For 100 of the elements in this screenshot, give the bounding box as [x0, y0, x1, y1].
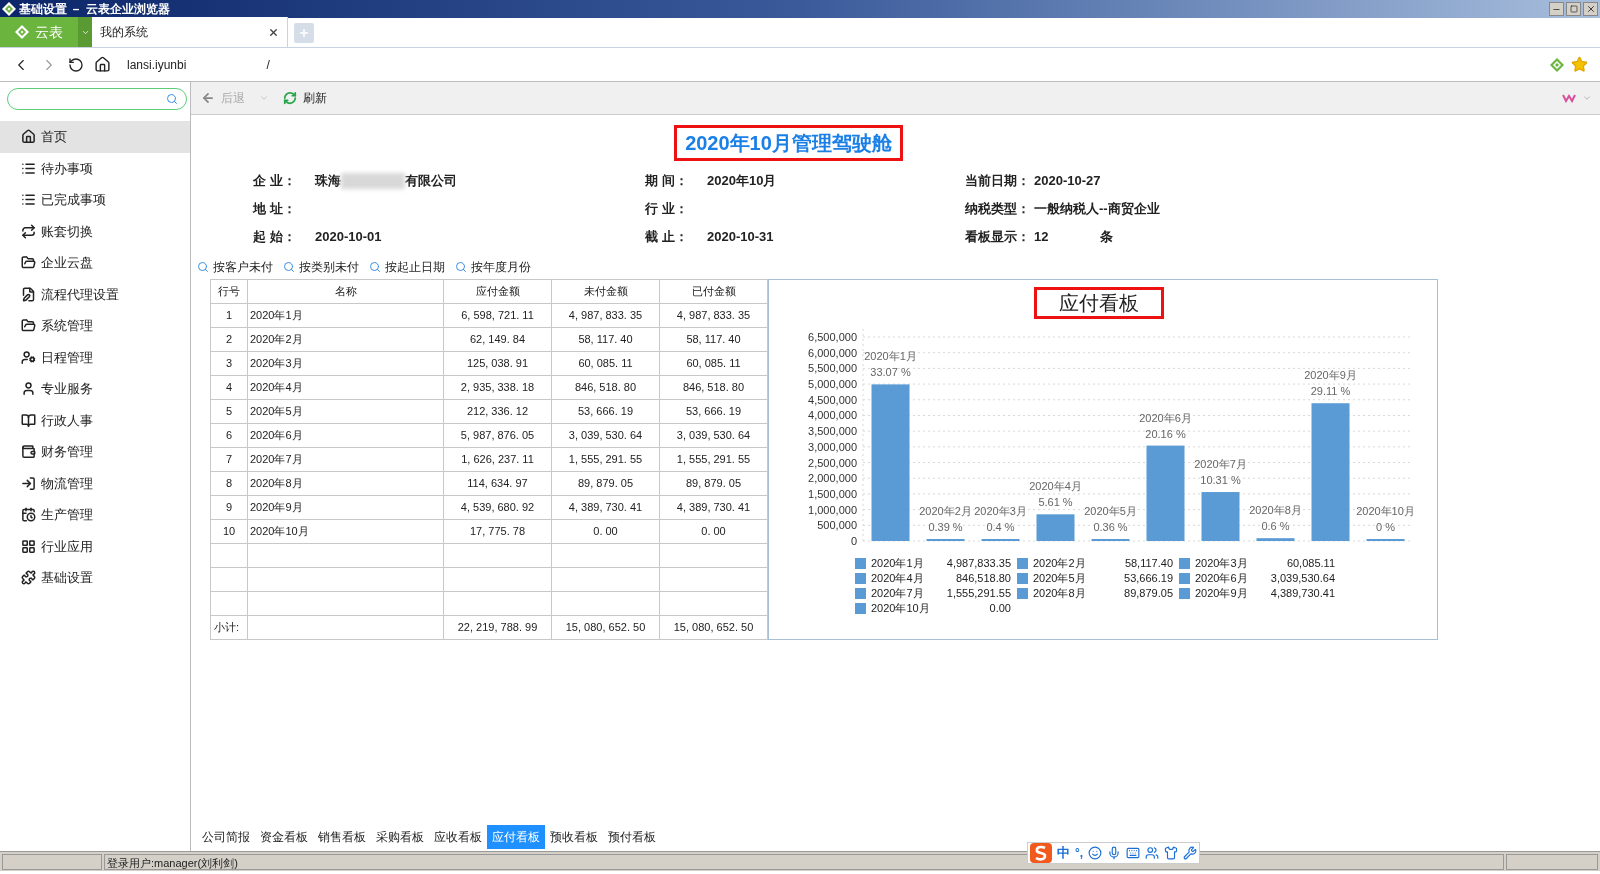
- sidebar-item[interactable]: 行业应用: [0, 530, 190, 562]
- legend-label: 2020年2月: [1033, 556, 1086, 571]
- y-tick-label: 3,500,000: [808, 425, 857, 438]
- legend-value: 53,666.19: [1124, 571, 1173, 586]
- bar-percent-label: 0.6 %: [1261, 520, 1290, 533]
- menu-logo-icon[interactable]: [1562, 93, 1576, 103]
- table-cell: 2020年5月: [247, 399, 444, 424]
- table-cell: 89, 879. 05: [659, 471, 768, 496]
- y-tick-label: 4,500,000: [808, 393, 857, 406]
- table-cell: 15, 080, 652. 50: [551, 615, 660, 640]
- legend-swatch: [855, 558, 866, 569]
- refresh-button[interactable]: 刷新: [281, 89, 329, 107]
- info-label: 纳税类型：: [965, 199, 1030, 218]
- search-icon: [197, 261, 209, 273]
- board-tab[interactable]: 资金看板: [255, 825, 313, 849]
- bar-category-label: 2020年1月: [864, 350, 917, 363]
- y-tick-label: 4,000,000: [808, 409, 857, 422]
- legend-label: 2020年4月: [871, 571, 924, 586]
- plus-icon: [298, 27, 310, 39]
- user-icon: [21, 381, 36, 397]
- sidebar-item[interactable]: 物流管理: [0, 467, 190, 499]
- sidebar-item[interactable]: 生产管理: [0, 499, 190, 531]
- emoji-icon[interactable]: [1088, 846, 1103, 860]
- table-cell: 4: [210, 375, 248, 400]
- board-tab[interactable]: 预付看板: [603, 825, 661, 849]
- info-label: 地 址：: [253, 199, 297, 218]
- bar-percent-label: 0.36 %: [1093, 521, 1128, 533]
- sidebar-item[interactable]: 系统管理: [0, 310, 190, 342]
- sidebar-item[interactable]: 账套切换: [0, 215, 190, 247]
- legend-value: 60,085.11: [1286, 556, 1335, 571]
- bar-percent-label: 0 %: [1376, 521, 1395, 533]
- filter-link[interactable]: 按年度月份: [455, 258, 531, 276]
- sidebar-item[interactable]: 首页: [0, 121, 190, 153]
- table-cell: 0. 00: [551, 519, 660, 544]
- table-cell: 53, 666. 19: [551, 399, 660, 424]
- table-cell: 2020年9月: [247, 495, 444, 520]
- dashboard-title: 2020年10月管理驾驶舱: [674, 125, 903, 161]
- board-tab[interactable]: 预收看板: [545, 825, 603, 849]
- user-card-icon: [21, 349, 36, 365]
- bar-category-label: 2020年3月: [974, 505, 1027, 517]
- info-value: 2020-10-01: [315, 227, 382, 246]
- minimize-button[interactable]: [1549, 2, 1564, 16]
- bar-percent-label: 5.61 %: [1038, 496, 1073, 509]
- board-tab[interactable]: 采购看板: [371, 825, 429, 849]
- legend-label: 2020年1月: [871, 556, 924, 571]
- browser-tab[interactable]: 我的系统: [92, 17, 288, 47]
- list-icon: [21, 160, 36, 176]
- microphone-icon[interactable]: [1107, 846, 1122, 860]
- sidebar-item[interactable]: 日程管理: [0, 341, 190, 373]
- info-unit: 条: [1100, 227, 1114, 246]
- info-label: 行 业：: [645, 199, 689, 218]
- filter-link[interactable]: 按客户未付: [197, 258, 273, 276]
- filter-link[interactable]: 按类别未付: [283, 258, 359, 276]
- chart-title: 应付看板: [1034, 287, 1164, 319]
- info-value: 一般纳税人--商贸企业: [1034, 199, 1160, 218]
- legend-swatch: [1179, 588, 1190, 599]
- column-header: 已付金额: [659, 279, 768, 304]
- bar-percent-label: 33.07 %: [870, 366, 911, 379]
- search-icon[interactable]: [166, 92, 178, 105]
- table-cell: 小计:: [210, 615, 248, 640]
- close-icon: [1585, 4, 1596, 14]
- sidebar-item[interactable]: 企业云盘: [0, 247, 190, 279]
- info-label: 截 止：: [645, 227, 689, 246]
- legend-label: 2020年6月: [1195, 571, 1248, 586]
- reload-icon[interactable]: [68, 56, 84, 73]
- board-tab[interactable]: 应收看板: [429, 825, 487, 849]
- keyboard-icon[interactable]: [1126, 846, 1141, 860]
- sidebar-item[interactable]: 流程代理设置: [0, 278, 190, 310]
- bar-category-label: 2020年8月: [1249, 504, 1302, 517]
- refresh-icon: [283, 91, 297, 105]
- sidebar-item[interactable]: 财务管理: [0, 436, 190, 468]
- shirt-icon[interactable]: [1164, 846, 1179, 860]
- home-icon[interactable]: [94, 56, 111, 73]
- users-icon[interactable]: [1145, 846, 1160, 860]
- sidebar-item[interactable]: 待办事项: [0, 152, 190, 184]
- info-value: 有限公司: [405, 171, 457, 190]
- folder-icon: [21, 255, 36, 271]
- bar-category-label: 2020年5月: [1084, 505, 1137, 517]
- sidebar-item[interactable]: 基础设置: [0, 562, 190, 594]
- table-cell: 17, 775. 78: [443, 519, 552, 544]
- sidebar-item[interactable]: 专业服务: [0, 373, 190, 405]
- sidebar-item[interactable]: 已完成事项: [0, 184, 190, 216]
- table-cell: 4, 539, 680. 92: [443, 495, 552, 520]
- sidebar-item[interactable]: 行政人事: [0, 404, 190, 436]
- address-field[interactable]: lansi.iyunbi /: [127, 55, 270, 74]
- bookmark-star-icon[interactable]: [1571, 56, 1588, 73]
- board-tab[interactable]: 销售看板: [313, 825, 371, 849]
- extension-icon[interactable]: [1549, 56, 1565, 73]
- board-tab[interactable]: 公司简报: [197, 825, 255, 849]
- info-label: 企 业：: [253, 171, 297, 190]
- wrench-icon[interactable]: [1183, 846, 1198, 860]
- table-cell: 114, 634. 97: [443, 471, 552, 496]
- table-cell: 15, 080, 652. 50: [659, 615, 768, 640]
- close-tab-icon[interactable]: [268, 26, 279, 38]
- info-value: 2020-10-27: [1034, 171, 1101, 190]
- legend-swatch: [1017, 558, 1028, 569]
- bar-percent-label: 20.16 %: [1145, 427, 1186, 440]
- filter-link[interactable]: 按起止日期: [369, 258, 445, 276]
- close-button[interactable]: [1583, 2, 1598, 16]
- bar-category-label: 2020年2月: [919, 505, 972, 517]
